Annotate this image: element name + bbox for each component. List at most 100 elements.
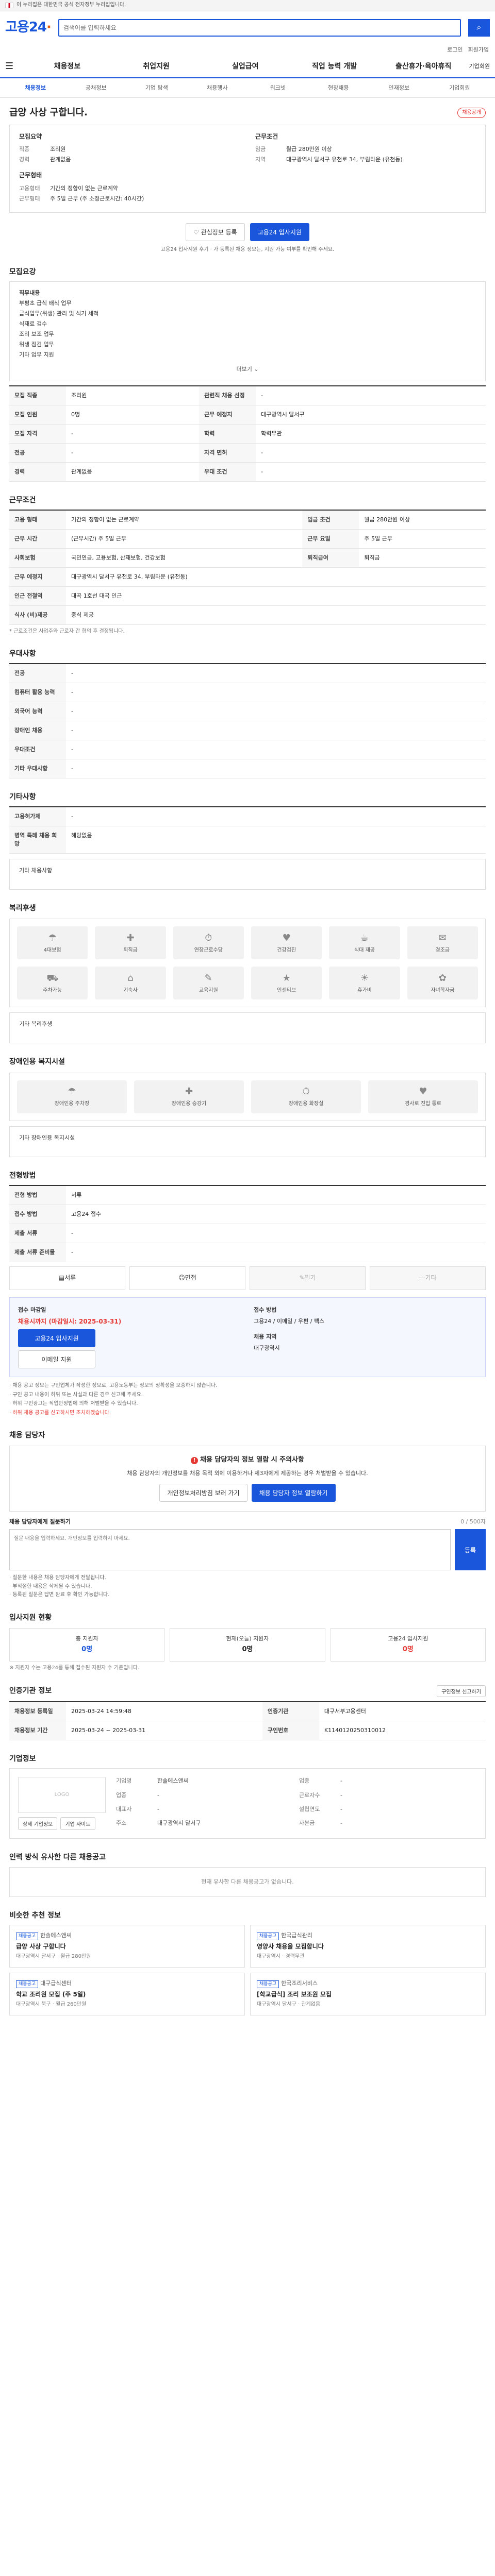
- recommend-grid: 채용공고 한솔에스앤씨 급양 사상 구합니다 대구광역시 달서구 · 월급 280만원…: [9, 1924, 486, 2015]
- company-site-button[interactable]: 기업 사이트: [60, 1817, 95, 1831]
- benefit-tile: ★ 인센티브: [251, 967, 322, 1000]
- benefit-tile: ⛟ 주차가능: [17, 967, 88, 1000]
- other-table: 고용허가제 - 병역 특례 채용 희망 해당없음: [9, 806, 486, 854]
- recommend-card[interactable]: 채용공고 대구급식센터 학교 조리원 모집 (주 5일) 대구광역시 북구 · 월급 …: [9, 1972, 245, 2015]
- status-badge: 채용공개: [457, 107, 486, 118]
- table-header-cell: 전형 방법: [9, 1184, 66, 1205]
- recruit-line: 조리 보조 업무: [19, 331, 54, 338]
- subnav-item[interactable]: 채용정보: [5, 84, 66, 92]
- heart-icon: ♡: [193, 228, 201, 236]
- gnb-item-unemployment[interactable]: 실업급여: [202, 61, 289, 72]
- benefit-tile: ☂ 4대보험: [17, 926, 88, 960]
- gnb-item-leave[interactable]: 출산휴가·육아휴직: [380, 61, 467, 72]
- contact-box: ! 채용 담당자의 정보 열람 시 주의사항 채용 담당자의 개인정보를 채용 목…: [9, 1446, 486, 1512]
- benefit-label: 주차가능: [43, 988, 62, 994]
- company-box: LOGO 상세 기업정보 기업 사이트 기업명 한솔에스앤씨 업종 - 업종 - 근로자수 -…: [9, 1768, 486, 1839]
- table-header-cell: 식사 (비)제공: [9, 605, 66, 625]
- table-cell: -: [66, 806, 486, 827]
- table-header-cell: 장애인 채용: [9, 721, 66, 741]
- gnb-item-jobs[interactable]: 채용정보: [24, 61, 111, 72]
- table-cell: 월급 280만원 이상: [359, 509, 486, 530]
- search-button[interactable]: ⌕: [468, 19, 490, 37]
- recruit-line: 부평초 급식 배식 업무: [19, 300, 72, 307]
- qa-note: · 부적절한 내용은 삭제될 수 있습니다.: [9, 1583, 92, 1589]
- qa-submit-button[interactable]: 등록: [455, 1529, 486, 1571]
- table-cell: 0명: [66, 404, 200, 425]
- section-title-other: 기타사항: [9, 792, 36, 801]
- benefit-tile: ✚ 장애인용 승강기: [134, 1080, 244, 1113]
- apply-deadline: 채용시까지 (마감일시: 2025-03-31): [18, 1317, 122, 1325]
- site-header: 고용24· ⌕: [0, 11, 495, 44]
- apply-method: 고용24 / 이메일 / 우편 / 팩스: [254, 1317, 325, 1325]
- table-cell: 국민연금, 고용보험, 산재보험, 건강보험: [66, 548, 303, 568]
- table-header-cell: 인근 전철역: [9, 586, 66, 606]
- privacy-policy-button[interactable]: 개인정보처리방침 보러 가기: [159, 1484, 248, 1502]
- benefit-tile: ✎ 교육지원: [173, 967, 244, 1000]
- recommend-company: 대구급식센터: [40, 1979, 72, 1987]
- company-info-key: 대표자: [116, 1805, 132, 1812]
- view-contact-button[interactable]: 채용 담당자 정보 열람하기: [251, 1484, 336, 1502]
- company-info-key: 설립연도: [299, 1805, 320, 1812]
- recommend-head: 비슷한 추천 정보: [9, 1910, 486, 1921]
- company-info-value: 대구광역시 달서구: [157, 1820, 201, 1827]
- gnb-corporate-link[interactable]: 기업회원: [469, 62, 490, 71]
- subnav-item[interactable]: 공채정보: [66, 84, 127, 92]
- table-header-cell: 고용 형태: [9, 509, 66, 530]
- subnav-item[interactable]: 인재정보: [369, 84, 430, 92]
- benefit-label: 식대 제공: [354, 947, 375, 954]
- site-logo[interactable]: 고용24·: [5, 18, 52, 38]
- benefit-label: 장애인용 화장실: [288, 1101, 324, 1107]
- company-detail-button[interactable]: 상세 기업정보: [18, 1817, 58, 1831]
- recommend-card[interactable]: 채용공고 한국급식관리 영양사 채용을 모집합니다 대구광역시 · 경력무관: [250, 1924, 486, 1968]
- apply-email-button[interactable]: 이메일 지원: [18, 1350, 95, 1369]
- table-row: 컴퓨터 활용 능력 -: [9, 683, 486, 703]
- benefit-tile: ☂ 장애인용 주차장: [17, 1080, 127, 1113]
- scrap-button[interactable]: ♡ 관심정보 등록: [186, 223, 245, 241]
- subnav-item[interactable]: 기업 탐색: [126, 84, 187, 92]
- report-job-button[interactable]: 구인정보 신고하기: [437, 1685, 486, 1698]
- hamburger-menu-icon[interactable]: ☰: [5, 60, 22, 73]
- benefit-icon: ★: [282, 973, 291, 984]
- recruit-table: 모집 직종 조리원 관련직 채용 선정 - 모집 인원 0명 근무 예정지 대구광역시 달서구…: [9, 385, 486, 482]
- main-navigation: ☰ 채용정보 취업지원 실업급여 직업 능력 개발 출산휴가·육아휴직 기업회원: [0, 56, 495, 78]
- table-row: 접수 방법 고용24 접수: [9, 1204, 486, 1224]
- company-info-value: -: [340, 1805, 342, 1812]
- apply-note: · 채용 공고 정보는 구인업체가 작성한 정보로, 고용노동부는 정보의 정확…: [9, 1383, 218, 1389]
- welfare-box-label: 기타 복리후생: [19, 1021, 53, 1028]
- summary-value: 기간의 정함이 없는 근로계약: [50, 184, 118, 192]
- gnb-item-employment-support[interactable]: 취업지원: [113, 61, 200, 72]
- subnav-item[interactable]: 현장채용: [308, 84, 369, 92]
- qa-textarea[interactable]: [9, 1529, 451, 1571]
- subnav-item[interactable]: 채용행사: [187, 84, 248, 92]
- table-header-cell: 우대조건: [9, 740, 66, 760]
- recruit-line: 직무내용: [19, 290, 40, 297]
- search-input[interactable]: [63, 24, 456, 31]
- table-cell: 고용24 접수: [66, 1204, 486, 1224]
- subnav-item[interactable]: 기업회원: [430, 84, 490, 92]
- table-cell: -: [66, 740, 486, 760]
- benefit-icon: ⏱: [302, 1086, 310, 1097]
- other-box-label: 기타 채용사항: [19, 867, 53, 874]
- benefit-label: 경사로 진입 통로: [405, 1101, 441, 1107]
- recommend-title: 급양 사상 구합니다: [16, 1942, 66, 1950]
- benefit-tile: ♥ 경사로 진입 통로: [368, 1080, 478, 1113]
- table-row: 모집 자격 - 학력 학력무관: [9, 423, 486, 444]
- table-row: 전공 - 자격 면허 -: [9, 443, 486, 463]
- login-link[interactable]: 로그인: [447, 46, 463, 54]
- benefit-icon: ⛟: [46, 973, 58, 984]
- summary-key: 경력: [19, 156, 30, 163]
- recruit-more-link[interactable]: 더보기 ⌄: [19, 365, 476, 374]
- table-cell: -: [66, 423, 200, 444]
- apply-button[interactable]: 고용24 입사지원: [250, 223, 309, 241]
- work-note: * 근로조건은 사업주와 근로자 간 협의 후 결정됩니다.: [9, 628, 125, 634]
- benefit-icon: ✚: [126, 933, 135, 944]
- subnav-item[interactable]: 워크넷: [248, 84, 308, 92]
- recommend-card[interactable]: 채용공고 한국조리서비스 [학교급식] 조리 보조원 모집 대구광역시 달서구 · 관…: [250, 1972, 486, 2015]
- recommend-card[interactable]: 채용공고 한솔에스앤씨 급양 사상 구합니다 대구광역시 달서구 · 월급 280만원: [9, 1924, 245, 1968]
- gnb-item-training[interactable]: 직업 능력 개발: [291, 61, 378, 72]
- qa-label: 채용 담당자에게 질문하기: [9, 1518, 71, 1526]
- benefit-icon: ♥: [419, 1086, 427, 1097]
- table-header-cell: 사회보험: [9, 548, 66, 568]
- apply-goyong24-button[interactable]: 고용24 입사지원: [18, 1329, 95, 1348]
- signup-link[interactable]: 회원가입: [468, 46, 489, 54]
